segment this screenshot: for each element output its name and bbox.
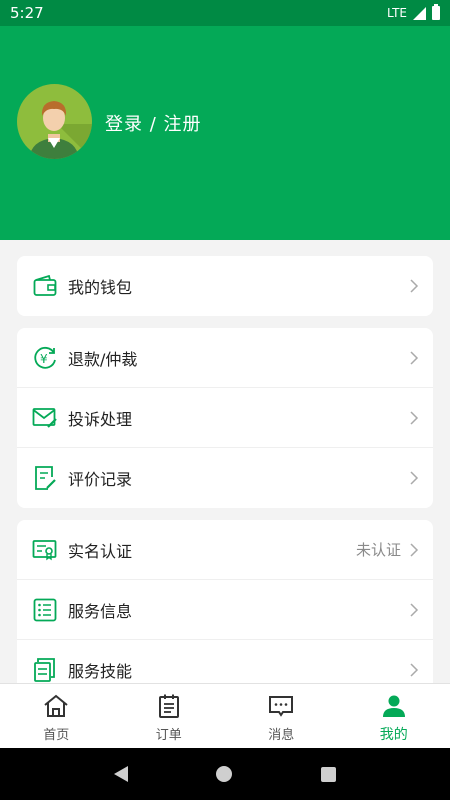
status-time: 5:27 — [10, 4, 44, 22]
avatar-person-icon — [29, 101, 92, 159]
menu-label: 评价记录 — [68, 470, 133, 489]
network-type: LTE — [387, 6, 407, 20]
back-icon[interactable] — [114, 766, 129, 782]
chevron-right-icon — [410, 410, 419, 425]
chevron-right-icon — [410, 279, 419, 293]
menu-item-service-info[interactable]: 服务信息 — [17, 580, 433, 640]
verification-status: 未认证 — [355, 541, 401, 559]
chevron-right-icon — [410, 350, 419, 365]
id-card-icon — [32, 537, 58, 563]
tab-home[interactable]: 首页 — [0, 684, 113, 748]
chevron-right-icon — [410, 542, 419, 557]
menu-label: 实名认证 — [68, 541, 133, 561]
menu-label: 退款/仲裁 — [68, 349, 138, 369]
mail-edit-icon — [32, 405, 58, 431]
menu-label: 我的钱包 — [68, 278, 133, 297]
after-sales-card: ¥ 退款/仲裁 投诉处理 评价记录 — [17, 328, 433, 508]
wallet-card: 我的钱包 — [17, 256, 433, 316]
battery-icon — [432, 4, 440, 20]
bottom-tab-bar: 首页 订单 消息 我的 — [0, 683, 450, 748]
profile-header: 登录 / 注册 — [0, 26, 450, 240]
person-icon — [380, 692, 408, 720]
home-button-icon[interactable] — [216, 766, 233, 782]
signal-icon — [413, 6, 426, 20]
chevron-right-icon — [410, 663, 419, 677]
tab-messages[interactable]: 消息 — [225, 684, 338, 748]
avatar[interactable] — [17, 84, 92, 159]
system-nav-bar — [0, 748, 450, 800]
service-card: 实名认证 未认证 服务信息 服务技能 — [17, 520, 433, 683]
menu-item-wallet[interactable]: 我的钱包 — [17, 256, 433, 316]
refund-icon: ¥ — [32, 345, 58, 371]
list-icon — [32, 597, 58, 623]
tab-label: 首页 — [43, 728, 70, 743]
message-icon — [267, 692, 295, 720]
order-icon — [155, 692, 183, 720]
review-edit-icon — [32, 465, 58, 491]
home-icon — [42, 692, 70, 720]
tab-label: 消息 — [268, 728, 295, 743]
menu-item-service-skill[interactable]: 服务技能 — [17, 640, 433, 683]
menu-label: 服务技能 — [68, 662, 133, 681]
tab-orders[interactable]: 订单 — [113, 684, 226, 748]
status-icons: LTE — [387, 4, 440, 20]
login-register-link[interactable]: 登录 / 注册 — [105, 110, 202, 136]
svg-text:¥: ¥ — [40, 352, 48, 366]
tab-label: 订单 — [155, 728, 182, 743]
menu-label: 投诉处理 — [68, 409, 133, 429]
menu-item-realname[interactable]: 实名认证 未认证 — [17, 520, 433, 580]
documents-icon — [32, 657, 58, 683]
tab-label: 我的 — [379, 727, 408, 743]
status-bar: 5:27 LTE — [0, 0, 450, 26]
tab-mine[interactable]: 我的 — [338, 684, 450, 748]
menu-item-complaint[interactable]: 投诉处理 — [17, 388, 433, 448]
menu-item-refund[interactable]: ¥ 退款/仲裁 — [17, 328, 433, 388]
recent-apps-icon[interactable] — [320, 766, 336, 782]
wallet-icon — [32, 273, 58, 299]
chevron-right-icon — [410, 471, 419, 485]
chevron-right-icon — [410, 602, 419, 617]
menu-label: 服务信息 — [68, 601, 133, 621]
menu-item-review[interactable]: 评价记录 — [17, 448, 433, 508]
